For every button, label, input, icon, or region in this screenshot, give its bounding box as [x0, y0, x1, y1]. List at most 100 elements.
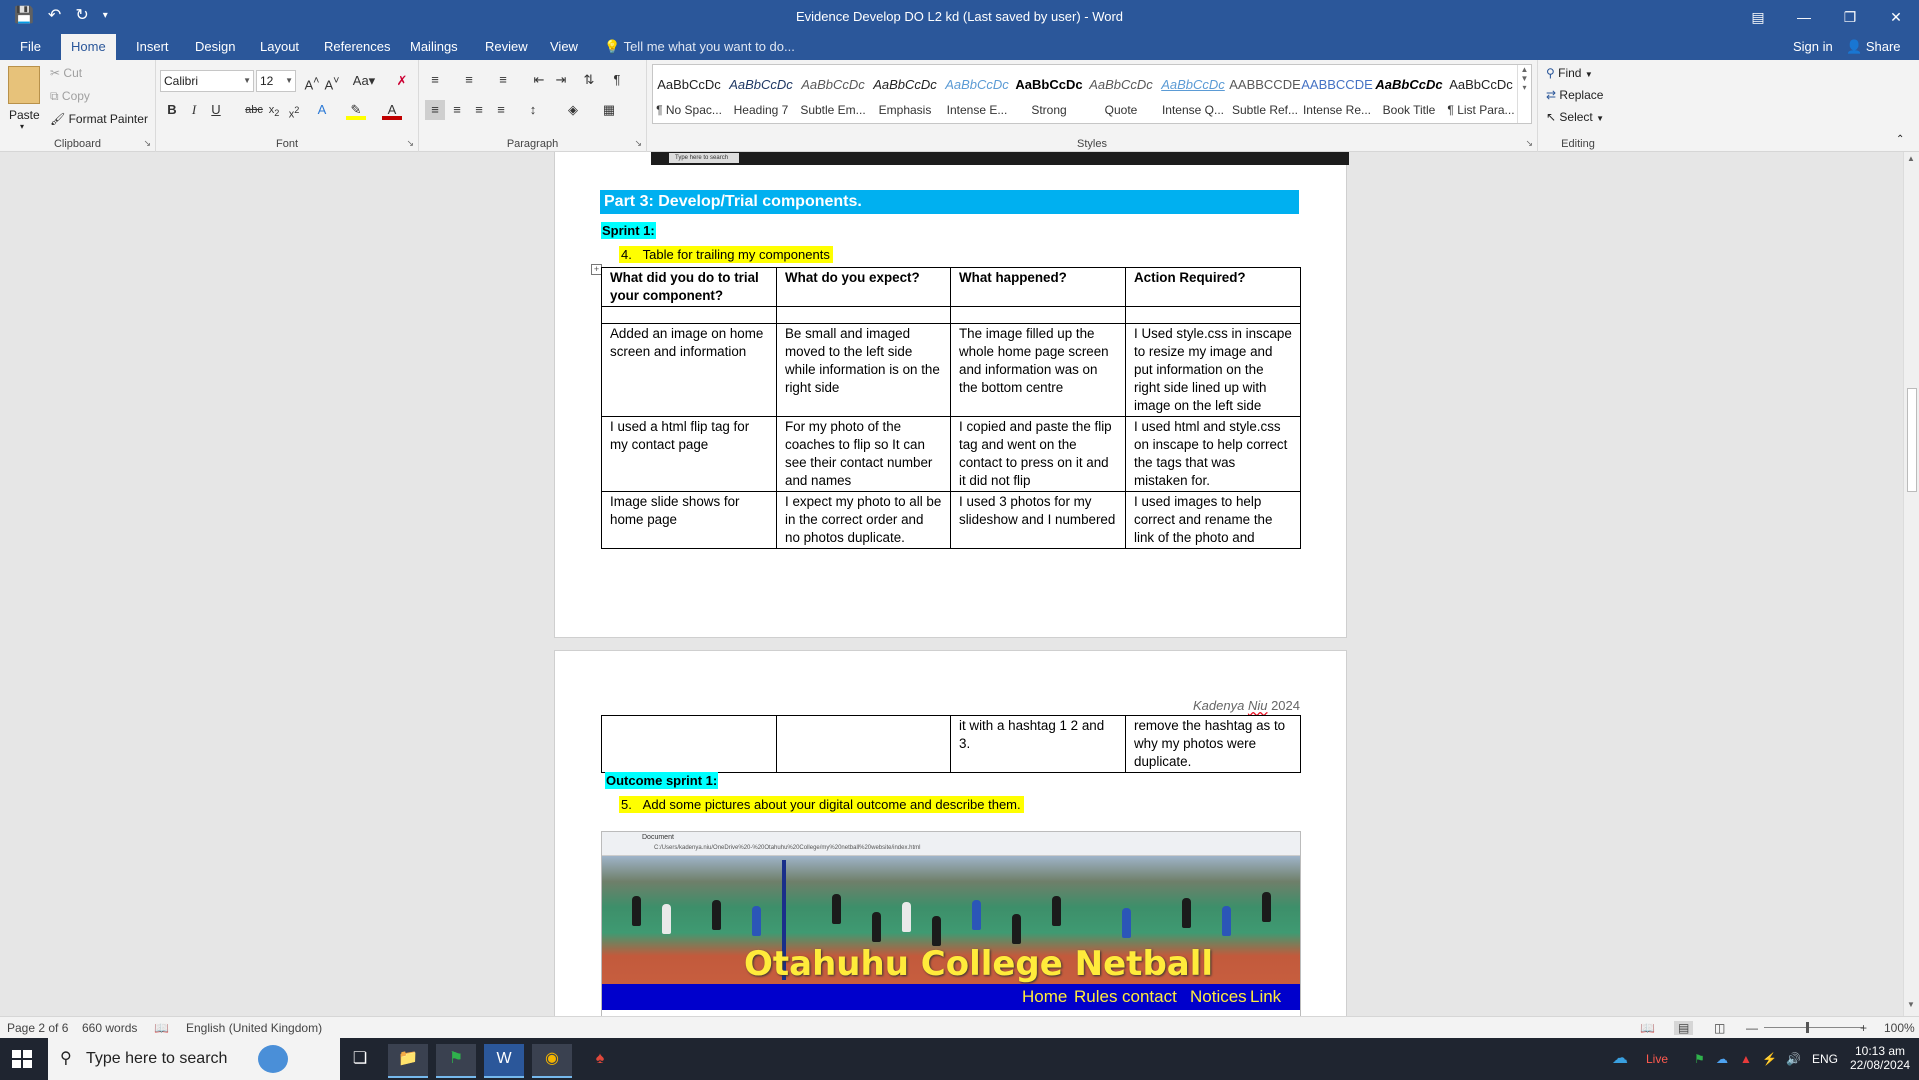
- font-launcher-icon[interactable]: ↘: [406, 138, 414, 149]
- style-item[interactable]: AaBbCcDc Book Title: [1373, 65, 1445, 123]
- clock[interactable]: 10:13 am 22/08/2024: [1850, 1044, 1910, 1072]
- table-cell[interactable]: I used html and style.css on inscape to …: [1125, 416, 1301, 492]
- volume-icon[interactable]: 🔊: [1786, 1038, 1801, 1080]
- superscript-icon[interactable]: x2: [284, 100, 304, 121]
- format-painter-button[interactable]: 🖌 Format Painter: [50, 112, 148, 126]
- table-cell[interactable]: I used 3 photos for my slideshow and I n…: [950, 491, 1126, 549]
- tab-mailings[interactable]: Mailings: [400, 34, 468, 60]
- style-item[interactable]: AaBbCcDc ¶ No Spac...: [653, 65, 725, 123]
- text-effects-icon[interactable]: A: [312, 100, 332, 120]
- page-count[interactable]: Page 2 of 6: [7, 1021, 68, 1035]
- weather-icon[interactable]: ☁: [1612, 1038, 1628, 1080]
- tab-layout[interactable]: Layout: [250, 34, 309, 60]
- print-layout-icon[interactable]: ▤: [1674, 1021, 1694, 1035]
- change-case-icon[interactable]: Aa▾: [350, 71, 378, 91]
- scroll-down-icon[interactable]: ▼: [1907, 1000, 1915, 1009]
- proofing-icon[interactable]: 📖: [154, 1021, 169, 1035]
- tab-review[interactable]: Review: [475, 34, 538, 60]
- tray-app-icon[interactable]: ▲: [1740, 1038, 1752, 1080]
- paste-button[interactable]: Paste: [9, 108, 40, 122]
- show-formatting-icon[interactable]: ¶: [607, 70, 627, 90]
- replace-button[interactable]: ⇄ Replace: [1546, 88, 1603, 102]
- highlight-color-icon[interactable]: ✎: [346, 100, 366, 120]
- style-item[interactable]: AABBCCDE Subtle Ref...: [1229, 65, 1301, 123]
- paste-icon[interactable]: [8, 66, 40, 104]
- bold-icon[interactable]: B: [162, 100, 182, 120]
- minimize-icon[interactable]: —: [1781, 0, 1827, 34]
- live-label[interactable]: Live: [1646, 1038, 1668, 1080]
- search-highlight-icon[interactable]: [258, 1045, 288, 1073]
- vertical-scrollbar[interactable]: ▲ ▼: [1903, 152, 1919, 1016]
- font-color-icon[interactable]: A: [382, 100, 402, 120]
- numbering-icon[interactable]: ≡: [459, 70, 479, 90]
- tab-view[interactable]: View: [540, 34, 588, 60]
- table-cell[interactable]: Image slide shows for home page: [601, 491, 777, 549]
- table-cell[interactable]: [776, 306, 951, 324]
- windows-start-icon[interactable]: [12, 1050, 32, 1068]
- align-left-icon[interactable]: ≡: [425, 100, 445, 120]
- tab-references[interactable]: References: [314, 34, 400, 60]
- ribbon-display-icon[interactable]: ▤: [1735, 0, 1781, 34]
- font-family-select[interactable]: Calibri ▼: [160, 70, 254, 92]
- cut-button[interactable]: ✂ Cut: [50, 66, 82, 80]
- word-icon[interactable]: W: [484, 1044, 524, 1078]
- restore-icon[interactable]: ❐: [1827, 0, 1873, 34]
- scrollbar-thumb[interactable]: [1907, 388, 1917, 492]
- table-cell[interactable]: Be small and imaged moved to the left si…: [776, 323, 951, 417]
- underline-icon[interactable]: U: [206, 100, 226, 120]
- table-cell[interactable]: [776, 715, 951, 773]
- tell-me-box[interactable]: 💡 Tell me what you want to do...: [604, 34, 795, 60]
- shrink-font-icon[interactable]: A˅: [322, 71, 342, 92]
- read-mode-icon[interactable]: 📖: [1640, 1021, 1655, 1035]
- italic-icon[interactable]: I: [184, 100, 204, 120]
- style-item[interactable]: AaBbCcDc Intense E...: [941, 65, 1013, 123]
- decrease-indent-icon[interactable]: ⇤: [529, 70, 549, 90]
- table-cell[interactable]: I expect my photo to all be in the corre…: [776, 491, 951, 549]
- table-cell[interactable]: [601, 715, 777, 773]
- style-item[interactable]: AaBbCcDc Emphasis: [869, 65, 941, 123]
- font-size-select[interactable]: 12 ▼: [256, 70, 296, 92]
- justify-icon[interactable]: ≡: [491, 100, 511, 120]
- table-cell[interactable]: The image filled up the whole home page …: [950, 323, 1126, 417]
- style-item[interactable]: AaBbCcDc Heading 7: [725, 65, 797, 123]
- table-cell[interactable]: For my photo of the coaches to flip so I…: [776, 416, 951, 492]
- sort-icon[interactable]: ⇅: [579, 70, 599, 90]
- language-indicator[interactable]: ENG: [1812, 1038, 1838, 1080]
- multilevel-list-icon[interactable]: ≡: [493, 70, 513, 90]
- style-item[interactable]: AaBbCcDc Quote: [1085, 65, 1157, 123]
- table-cell[interactable]: [950, 306, 1126, 324]
- table-cell[interactable]: I Used style.css in inscape to resize my…: [1125, 323, 1301, 417]
- table-cell[interactable]: it with a hashtag 1 2 and 3.: [950, 715, 1126, 773]
- onedrive-icon[interactable]: ☁: [1716, 1038, 1728, 1080]
- table-cell[interactable]: I used images to help correct and rename…: [1125, 491, 1301, 549]
- table-cell[interactable]: Added an image on home screen and inform…: [601, 323, 777, 417]
- language-status[interactable]: English (United Kingdom): [186, 1021, 322, 1035]
- style-item[interactable]: AaBbCcDc Subtle Em...: [797, 65, 869, 123]
- line-spacing-icon[interactable]: ↕: [523, 100, 543, 120]
- find-button[interactable]: ⚲ Find ▼: [1546, 66, 1593, 80]
- share-button[interactable]: 👤 Share: [1846, 34, 1901, 60]
- clipboard-launcher-icon[interactable]: ↘: [143, 138, 151, 149]
- web-layout-icon[interactable]: ◫: [1714, 1021, 1725, 1035]
- zoom-slider[interactable]: [1764, 1027, 1864, 1028]
- strikethrough-icon[interactable]: abc: [244, 100, 264, 120]
- sign-in-link[interactable]: Sign in: [1793, 34, 1833, 60]
- tab-insert[interactable]: Insert: [126, 34, 179, 60]
- align-center-icon[interactable]: ≡: [447, 100, 467, 120]
- shading-icon[interactable]: ◈: [563, 100, 583, 120]
- word-count[interactable]: 660 words: [82, 1021, 137, 1035]
- increase-indent-icon[interactable]: ⇥: [551, 70, 571, 90]
- chrome-icon[interactable]: ◉: [532, 1044, 572, 1078]
- copy-button[interactable]: ⧉ Copy: [50, 89, 90, 104]
- tab-design[interactable]: Design: [185, 34, 245, 60]
- style-item[interactable]: AaBbCcDc Strong: [1013, 65, 1085, 123]
- website-screenshot[interactable]: Document C:/Users/kadenya.niu/OneDrive%2…: [601, 831, 1301, 1016]
- grow-font-icon[interactable]: A˄: [302, 71, 322, 92]
- borders-icon[interactable]: ▦: [599, 100, 619, 120]
- scroll-up-icon[interactable]: ▲: [1907, 154, 1915, 163]
- close-icon[interactable]: ✕: [1873, 0, 1919, 34]
- file-explorer-icon[interactable]: 📁: [388, 1044, 428, 1078]
- align-right-icon[interactable]: ≡: [469, 100, 489, 120]
- style-item[interactable]: AaBbCcDc ¶ List Para...: [1445, 65, 1517, 123]
- styles-launcher-icon[interactable]: ↘: [1525, 138, 1533, 149]
